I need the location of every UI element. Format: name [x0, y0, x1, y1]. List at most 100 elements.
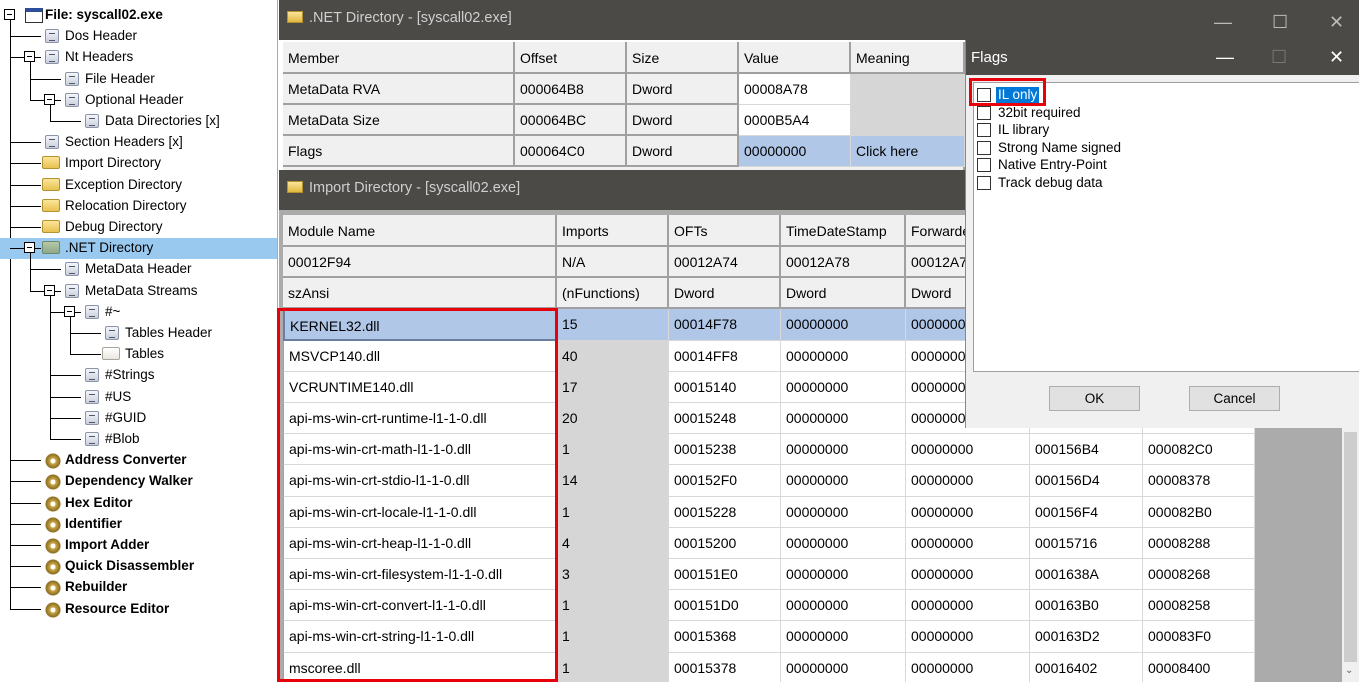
module-name-cell[interactable]: api-ms-win-crt-convert-l1-1-0.dll [283, 590, 557, 622]
scroll-down-icon[interactable]: ⌄ [1345, 665, 1353, 676]
table-cell[interactable]: 00015716 [1030, 527, 1143, 559]
table-cell[interactable]: 000163D2 [1030, 621, 1143, 653]
table-cell[interactable]: 00000000 [906, 621, 1030, 653]
table-cell[interactable]: 00000000 [906, 434, 1030, 466]
table-cell[interactable]: 00000000 [781, 403, 906, 435]
table-cell[interactable]: 1 [557, 590, 669, 622]
table-cell[interactable]: 3 [557, 559, 669, 591]
flag-label[interactable]: IL library [998, 122, 1049, 138]
table-cell[interactable]: 00016402 [1030, 652, 1143, 682]
table-cell[interactable]: 00015248 [669, 403, 781, 435]
collapse-toggle[interactable] [4, 9, 15, 20]
net-directory-table[interactable]: Member Offset Size Value Meaning MetaData RVA… [279, 40, 965, 170]
table-cell[interactable]: 000151E0 [669, 559, 781, 591]
table-cell[interactable]: 40 [557, 340, 669, 372]
table-cell[interactable]: 00015140 [669, 371, 781, 403]
tree-item[interactable]: Quick Disassembler [65, 556, 194, 576]
module-name-cell[interactable]: api-ms-win-crt-math-l1-1-0.dll [283, 434, 557, 466]
table-cell[interactable]: 000151D0 [669, 590, 781, 622]
column-header[interactable]: TimeDateStamp [781, 215, 906, 247]
flag-label[interactable]: IL only [996, 87, 1040, 103]
table-cell[interactable]: 00008400 [1143, 652, 1255, 682]
checkbox[interactable] [977, 105, 991, 120]
table-cell[interactable]: 00000000 [781, 465, 906, 497]
table-cell[interactable]: 00000000 [781, 527, 906, 559]
checkbox[interactable] [977, 140, 991, 155]
module-name-cell[interactable]: VCRUNTIME140.dll [283, 371, 557, 403]
tree-item[interactable]: Data Directories [x] [105, 111, 220, 131]
maximize-button[interactable]: ☐ [1272, 4, 1288, 40]
column-header[interactable]: Meaning [851, 42, 965, 74]
collapse-toggle[interactable] [24, 242, 35, 254]
column-header[interactable]: Size [627, 42, 739, 74]
tree-item[interactable]: Section Headers [x] [65, 132, 183, 152]
table-cell[interactable] [851, 74, 965, 105]
table-cell[interactable]: 0000B5A4 [739, 105, 851, 136]
checkbox[interactable] [977, 123, 991, 137]
table-cell[interactable]: 00000000 [906, 652, 1030, 682]
table-cell[interactable]: 1 [557, 652, 669, 682]
table-cell[interactable]: 00014FF8 [669, 340, 781, 372]
table-cell[interactable]: 000156B4 [1030, 434, 1143, 466]
module-name-cell[interactable]: mscoree.dll [283, 652, 557, 682]
collapse-toggle[interactable] [44, 93, 55, 105]
table-cell[interactable]: 00000000 [906, 559, 1030, 591]
column-header[interactable]: Offset [515, 42, 627, 74]
flag-label[interactable]: Strong Name signed [998, 140, 1121, 156]
table-cell[interactable]: 1 [557, 434, 669, 466]
table-cell[interactable]: 00008268 [1143, 559, 1255, 591]
tree-item[interactable]: Identifier [65, 514, 122, 534]
collapse-toggle[interactable] [24, 51, 35, 63]
tree-item[interactable]: Dos Header [65, 26, 137, 46]
tree-item[interactable]: File Header [85, 69, 155, 89]
table-cell[interactable]: 20 [557, 403, 669, 435]
tree-item[interactable]: Hex Editor [65, 493, 133, 513]
table-cell[interactable]: 000082C0 [1143, 434, 1255, 466]
minimize-button[interactable]: — [1214, 4, 1232, 40]
table-cell[interactable]: 17 [557, 371, 669, 403]
tree-item[interactable]: #GUID [105, 408, 146, 428]
checkbox[interactable] [977, 175, 991, 190]
table-cell[interactable]: 00000000 [906, 465, 1030, 497]
table-cell[interactable]: 00000000 [781, 434, 906, 466]
table-cell[interactable]: 00015238 [669, 434, 781, 466]
ok-button[interactable]: OK [1049, 386, 1140, 411]
table-cell[interactable] [851, 105, 965, 136]
tree-item[interactable]: Nt Headers [65, 47, 133, 67]
table-cell[interactable]: 000152F0 [669, 465, 781, 497]
flag-label[interactable]: 32bit required [998, 105, 1081, 121]
tree-item[interactable]: Resource Editor [65, 599, 169, 619]
table-cell[interactable]: 00000000 [781, 496, 906, 528]
flags-list[interactable]: IL only 32bit required IL library Strong Na… [973, 82, 1359, 372]
tree-item[interactable]: #~ [105, 302, 120, 322]
table-cell[interactable]: 00015228 [669, 496, 781, 528]
column-header[interactable]: Imports [557, 215, 669, 247]
table-cell[interactable]: 00008A78 [739, 74, 851, 105]
scrollbar-thumb[interactable] [1344, 432, 1357, 662]
table-cell[interactable]: 00000000 [781, 309, 906, 341]
table-cell[interactable]: 00000000 [781, 559, 906, 591]
table-cell[interactable]: 00015200 [669, 527, 781, 559]
tree-item[interactable]: MetaData Streams [85, 281, 198, 301]
table-cell[interactable]: 1 [557, 621, 669, 653]
tree-item[interactable]: #Strings [105, 365, 155, 385]
table-cell[interactable]: 4 [557, 527, 669, 559]
table-cell[interactable]: 00008258 [1143, 590, 1255, 622]
tree-item[interactable]: Import Directory [65, 153, 161, 173]
tree-item[interactable]: #Blob [105, 429, 140, 449]
module-name-cell[interactable]: KERNEL32.dll [283, 309, 557, 341]
table-cell[interactable]: 00000000 [781, 652, 906, 682]
table-cell[interactable]: 00000000 [781, 340, 906, 372]
checkbox[interactable] [977, 88, 991, 102]
table-cell[interactable]: 00008288 [1143, 527, 1255, 559]
tree-item[interactable]: Optional Header [85, 90, 183, 110]
column-header[interactable]: OFTs [669, 215, 781, 247]
table-cell[interactable]: 1 [557, 496, 669, 528]
dialog-minimize-button[interactable]: — [1216, 40, 1234, 75]
dialog-close-button[interactable]: ✕ [1329, 40, 1344, 75]
tree-item[interactable]: Tables [125, 344, 164, 364]
module-name-cell[interactable]: api-ms-win-crt-stdio-l1-1-0.dll [283, 465, 557, 497]
table-cell[interactable]: 00000000 [781, 621, 906, 653]
close-button[interactable]: ✕ [1329, 4, 1344, 40]
module-name-cell[interactable]: api-ms-win-crt-filesystem-l1-1-0.dll [283, 559, 557, 591]
